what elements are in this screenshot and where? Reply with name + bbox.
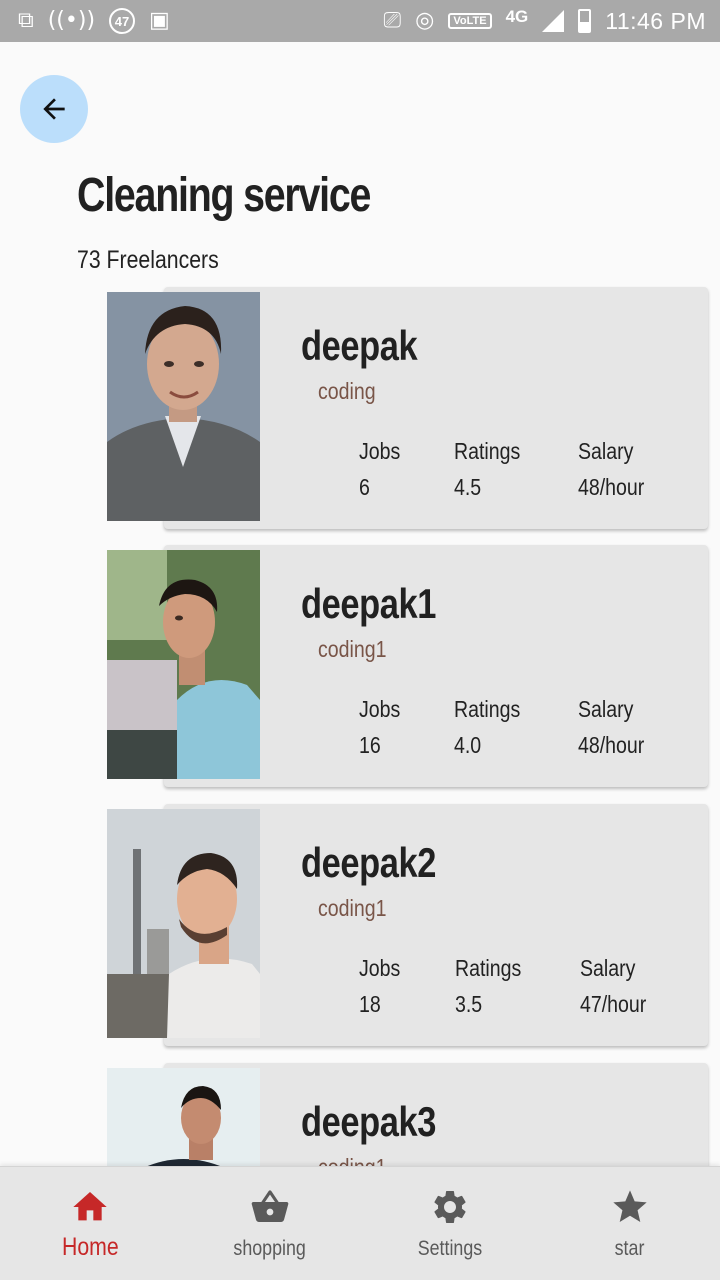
freelancer-count: 73 Freelancers (77, 246, 219, 274)
wifi-icon: ◎ (415, 8, 435, 33)
basket-icon (251, 1190, 289, 1222)
nav-shopping-label: shopping (233, 1237, 307, 1260)
salary-value: 48/hour (578, 732, 645, 758)
rating-value: 4.5 (454, 474, 482, 500)
status-time: 11:46 PM (605, 7, 706, 34)
screen-cast-icon: ⧉ (18, 8, 34, 33)
jobs-value: 6 (359, 474, 370, 500)
ratings-label: Ratings (455, 955, 522, 981)
page-title: Cleaning service (77, 169, 371, 222)
back-button[interactable] (20, 75, 88, 143)
nav-star[interactable]: star (540, 1167, 720, 1280)
freelancer-photo (107, 550, 260, 779)
nav-settings[interactable]: Settings (360, 1167, 540, 1280)
cast-icon: ⎚ (383, 8, 402, 33)
notification-count-badge: 47 (109, 8, 136, 34)
jobs-label: Jobs (359, 955, 401, 981)
rating-value: 4.0 (454, 732, 482, 758)
hotspot-icon: ((•)) (47, 8, 96, 33)
nav-settings-label: Settings (417, 1237, 483, 1260)
nav-star-label: star (615, 1237, 645, 1260)
arrow-left-icon (43, 98, 65, 120)
jobs-label: Jobs (359, 696, 401, 722)
status-bar-left: ⧉ ((•)) 47 ▣ (18, 8, 170, 34)
freelancer-name: deepak2 (301, 839, 436, 886)
freelancer-name: deepak (301, 322, 418, 369)
salary-label: Salary (580, 955, 636, 981)
salary-label: Salary (578, 696, 634, 722)
freelancer-name: deepak3 (301, 1098, 436, 1145)
freelancer-skill: coding (318, 378, 376, 404)
status-bar: ⧉ ((•)) 47 ▣ ⎚ ◎ VoLTE 4G 11:46 PM (0, 0, 720, 42)
rating-value: 3.5 (455, 991, 483, 1017)
app-notification-icon: ▣ (149, 8, 170, 33)
jobs-label: Jobs (359, 438, 401, 464)
freelancer-card[interactable]: deepak coding Jobs Ratings Salary 6 4.5 … (107, 287, 709, 530)
ratings-label: Ratings (454, 438, 521, 464)
star-icon (613, 1190, 647, 1222)
freelancer-skill: coding1 (318, 895, 387, 921)
home-icon (73, 1192, 107, 1221)
bottom-navigation: Home shopping Settings star (0, 1166, 720, 1280)
nav-shopping[interactable]: shopping (180, 1167, 360, 1280)
status-bar-right: ⎚ ◎ VoLTE 4G 11:46 PM (383, 7, 706, 35)
jobs-value: 16 (359, 732, 381, 758)
salary-value: 47/hour (580, 991, 647, 1017)
freelancer-card[interactable]: deepak1 coding1 Jobs Ratings Salary 16 4… (107, 545, 709, 788)
freelancer-card[interactable]: deepak2 coding1 Jobs Ratings Salary 18 3… (107, 804, 709, 1047)
salary-value: 48/hour (578, 474, 645, 500)
battery-icon (578, 9, 592, 33)
signal-icon (542, 10, 565, 32)
ratings-label: Ratings (454, 696, 521, 722)
freelancer-skill: coding1 (318, 636, 387, 662)
network-type: 4G (505, 7, 529, 26)
nav-home[interactable]: Home (0, 1167, 180, 1280)
nav-home-label: Home (61, 1233, 119, 1261)
gear-icon (434, 1191, 466, 1223)
freelancer-name: deepak1 (301, 580, 436, 627)
freelancer-photo (107, 809, 260, 1038)
freelancer-photo (107, 292, 260, 521)
volte-badge: VoLTE (448, 13, 492, 29)
jobs-value: 18 (359, 991, 381, 1017)
salary-label: Salary (578, 438, 634, 464)
